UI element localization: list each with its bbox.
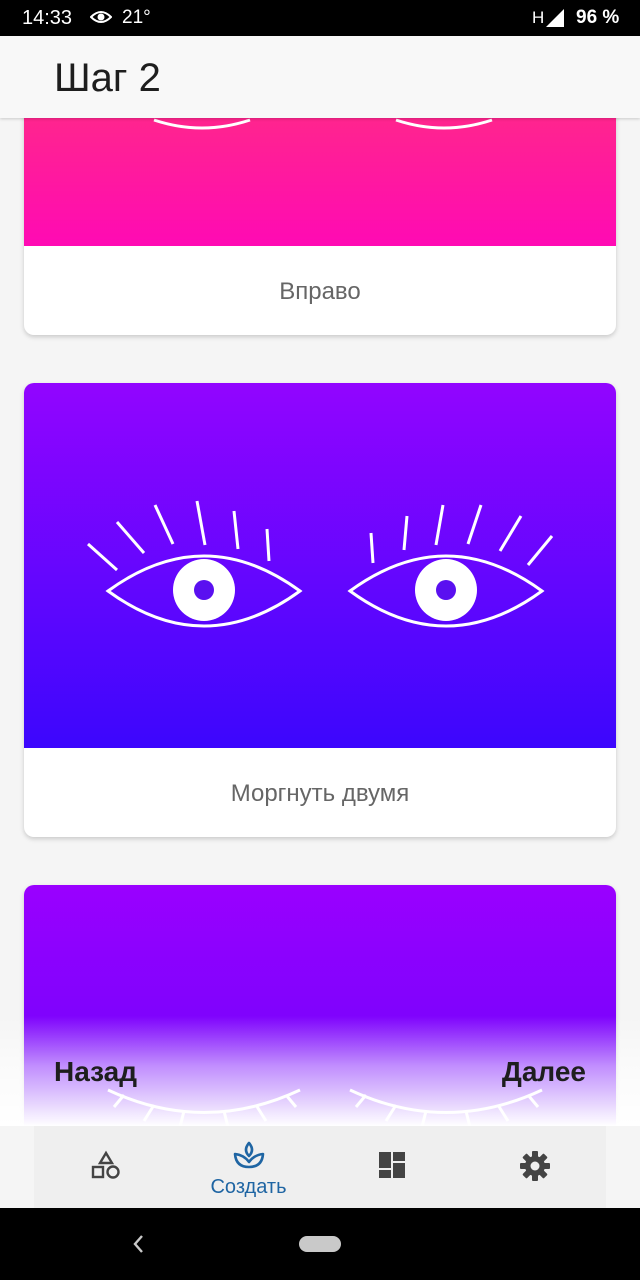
gesture-label: Моргнуть двумя xyxy=(230,780,410,807)
tab-settings[interactable] xyxy=(463,1126,606,1208)
gesture-illustration xyxy=(24,118,616,246)
back-button[interactable]: Назад xyxy=(54,1056,137,1088)
gesture-card-right[interactable]: Вправо xyxy=(24,118,616,335)
status-battery: 96 % xyxy=(576,7,620,28)
status-bar: 14:33 21° H 96 % xyxy=(0,0,640,36)
back-chevron-icon[interactable] xyxy=(130,1232,146,1261)
gesture-illustration xyxy=(24,383,616,748)
system-navigation-bar xyxy=(0,1208,640,1280)
tab-dashboard[interactable] xyxy=(320,1126,463,1208)
sprout-icon xyxy=(232,1140,266,1177)
bottom-navigation: Создать xyxy=(34,1126,606,1208)
tab-create[interactable]: Создать xyxy=(177,1126,320,1208)
next-button[interactable]: Далее xyxy=(502,1056,586,1088)
page-title: Шаг 2 xyxy=(54,56,161,100)
status-temperature: 21° xyxy=(122,7,151,28)
gesture-list[interactable]: Вправо Моргнуть двумя Назад Далее xyxy=(0,118,640,1126)
gear-icon xyxy=(519,1150,551,1187)
gesture-card-blink-both[interactable]: Моргнуть двумя xyxy=(24,383,616,837)
eye-icon xyxy=(89,9,113,30)
gesture-label: Вправо xyxy=(279,278,361,305)
tab-create-label: Создать xyxy=(210,1176,287,1198)
status-network: H xyxy=(532,8,545,27)
dashboard-icon xyxy=(377,1150,407,1185)
app-bar: Шаг 2 xyxy=(0,36,640,118)
signal-icon xyxy=(545,8,565,33)
shapes-icon xyxy=(91,1150,121,1185)
tab-shapes[interactable] xyxy=(34,1126,177,1208)
home-pill-icon[interactable] xyxy=(299,1236,341,1252)
status-time: 14:33 xyxy=(22,7,73,29)
